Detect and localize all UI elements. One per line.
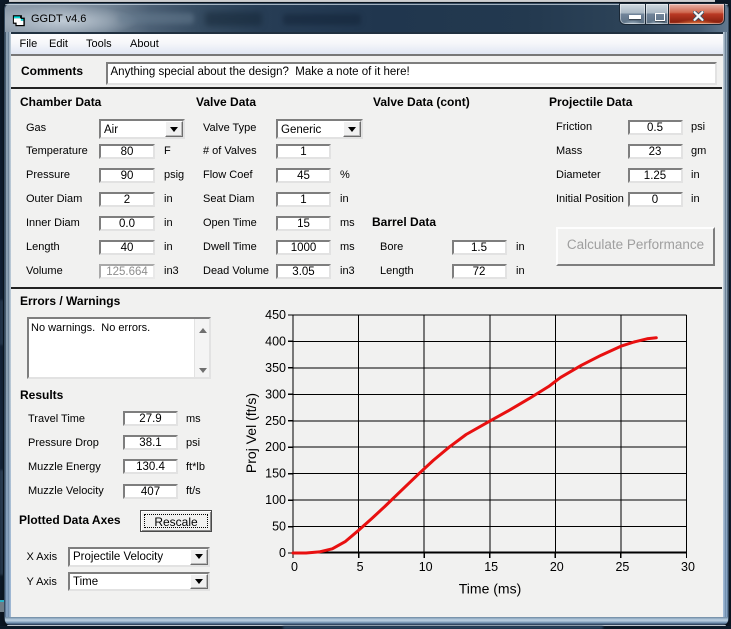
- svg-text:250: 250: [265, 414, 286, 428]
- svg-text:10: 10: [419, 560, 433, 574]
- svg-text:50: 50: [272, 520, 286, 534]
- svg-text:150: 150: [265, 467, 286, 481]
- svg-text:450: 450: [265, 308, 286, 322]
- svg-text:0: 0: [291, 560, 298, 574]
- svg-text:Proj Vel (ft/s): Proj Vel (ft/s): [243, 393, 259, 473]
- svg-text:350: 350: [265, 361, 286, 375]
- svg-text:20: 20: [550, 560, 564, 574]
- svg-text:25: 25: [615, 560, 629, 574]
- svg-text:15: 15: [484, 560, 498, 574]
- svg-text:30: 30: [681, 560, 695, 574]
- svg-text:Time (ms): Time (ms): [459, 581, 521, 597]
- svg-text:200: 200: [265, 440, 286, 454]
- svg-text:300: 300: [265, 387, 286, 401]
- svg-text:5: 5: [357, 560, 364, 574]
- svg-text:400: 400: [265, 334, 286, 348]
- svg-text:100: 100: [265, 493, 286, 507]
- svg-text:0: 0: [279, 546, 286, 560]
